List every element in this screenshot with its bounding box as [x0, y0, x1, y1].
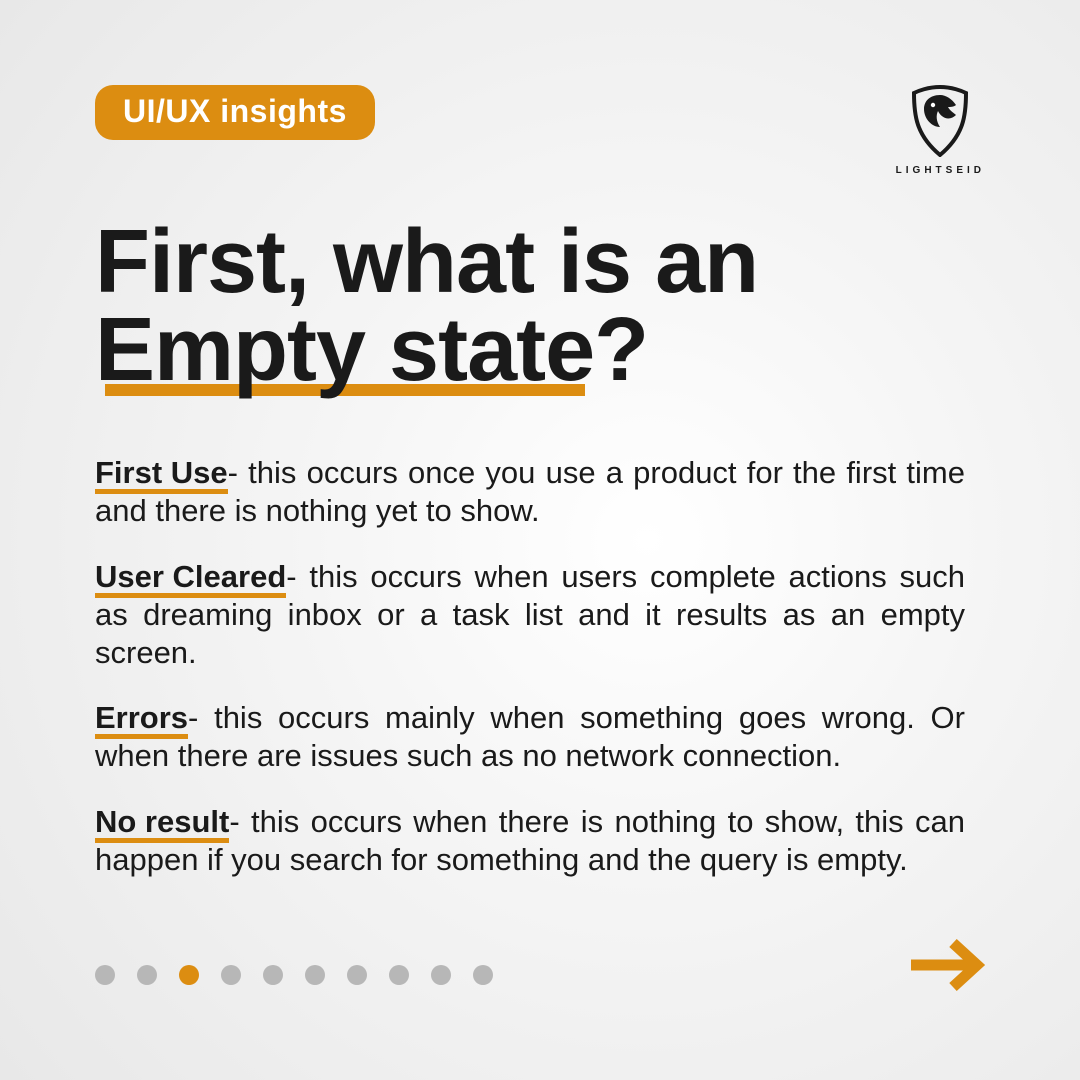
definition-item: No result- this occurs when there is not…	[95, 803, 965, 879]
pagination-dot[interactable]	[137, 965, 157, 985]
definition-term: First Use	[95, 454, 228, 492]
definition-term: No result	[95, 803, 229, 841]
pagination-dots	[95, 965, 493, 985]
arrow-right-icon	[907, 935, 985, 995]
pagination-dot[interactable]	[263, 965, 283, 985]
pagination-dot[interactable]	[95, 965, 115, 985]
definition-term: User Cleared	[95, 558, 286, 596]
brand-logo: LIGHTSEID	[896, 85, 985, 176]
header-row: UI/UX insights LIGHTSEID	[95, 85, 985, 176]
brand-name: LIGHTSEID	[896, 165, 985, 176]
pagination-dot[interactable]	[221, 965, 241, 985]
definition-term: Errors	[95, 699, 188, 737]
page-title: First, what is an Empty state?	[95, 218, 985, 394]
shield-eagle-icon	[910, 85, 970, 157]
definition-item: Errors- this occurs mainly when somethin…	[95, 699, 965, 775]
category-badge: UI/UX insights	[95, 85, 375, 140]
next-arrow[interactable]	[907, 935, 985, 1000]
pagination-dot[interactable]	[347, 965, 367, 985]
pagination-dot[interactable]	[179, 965, 199, 985]
pagination-dot[interactable]	[305, 965, 325, 985]
pagination-dot[interactable]	[431, 965, 451, 985]
pagination-dot[interactable]	[473, 965, 493, 985]
definition-item: First Use- this occurs once you use a pr…	[95, 454, 965, 530]
definition-list: First Use- this occurs once you use a pr…	[95, 454, 965, 878]
pagination-dot[interactable]	[389, 965, 409, 985]
definition-text: - this occurs mainly when something goes…	[95, 700, 965, 773]
definition-item: User Cleared- this occurs when users com…	[95, 558, 965, 671]
